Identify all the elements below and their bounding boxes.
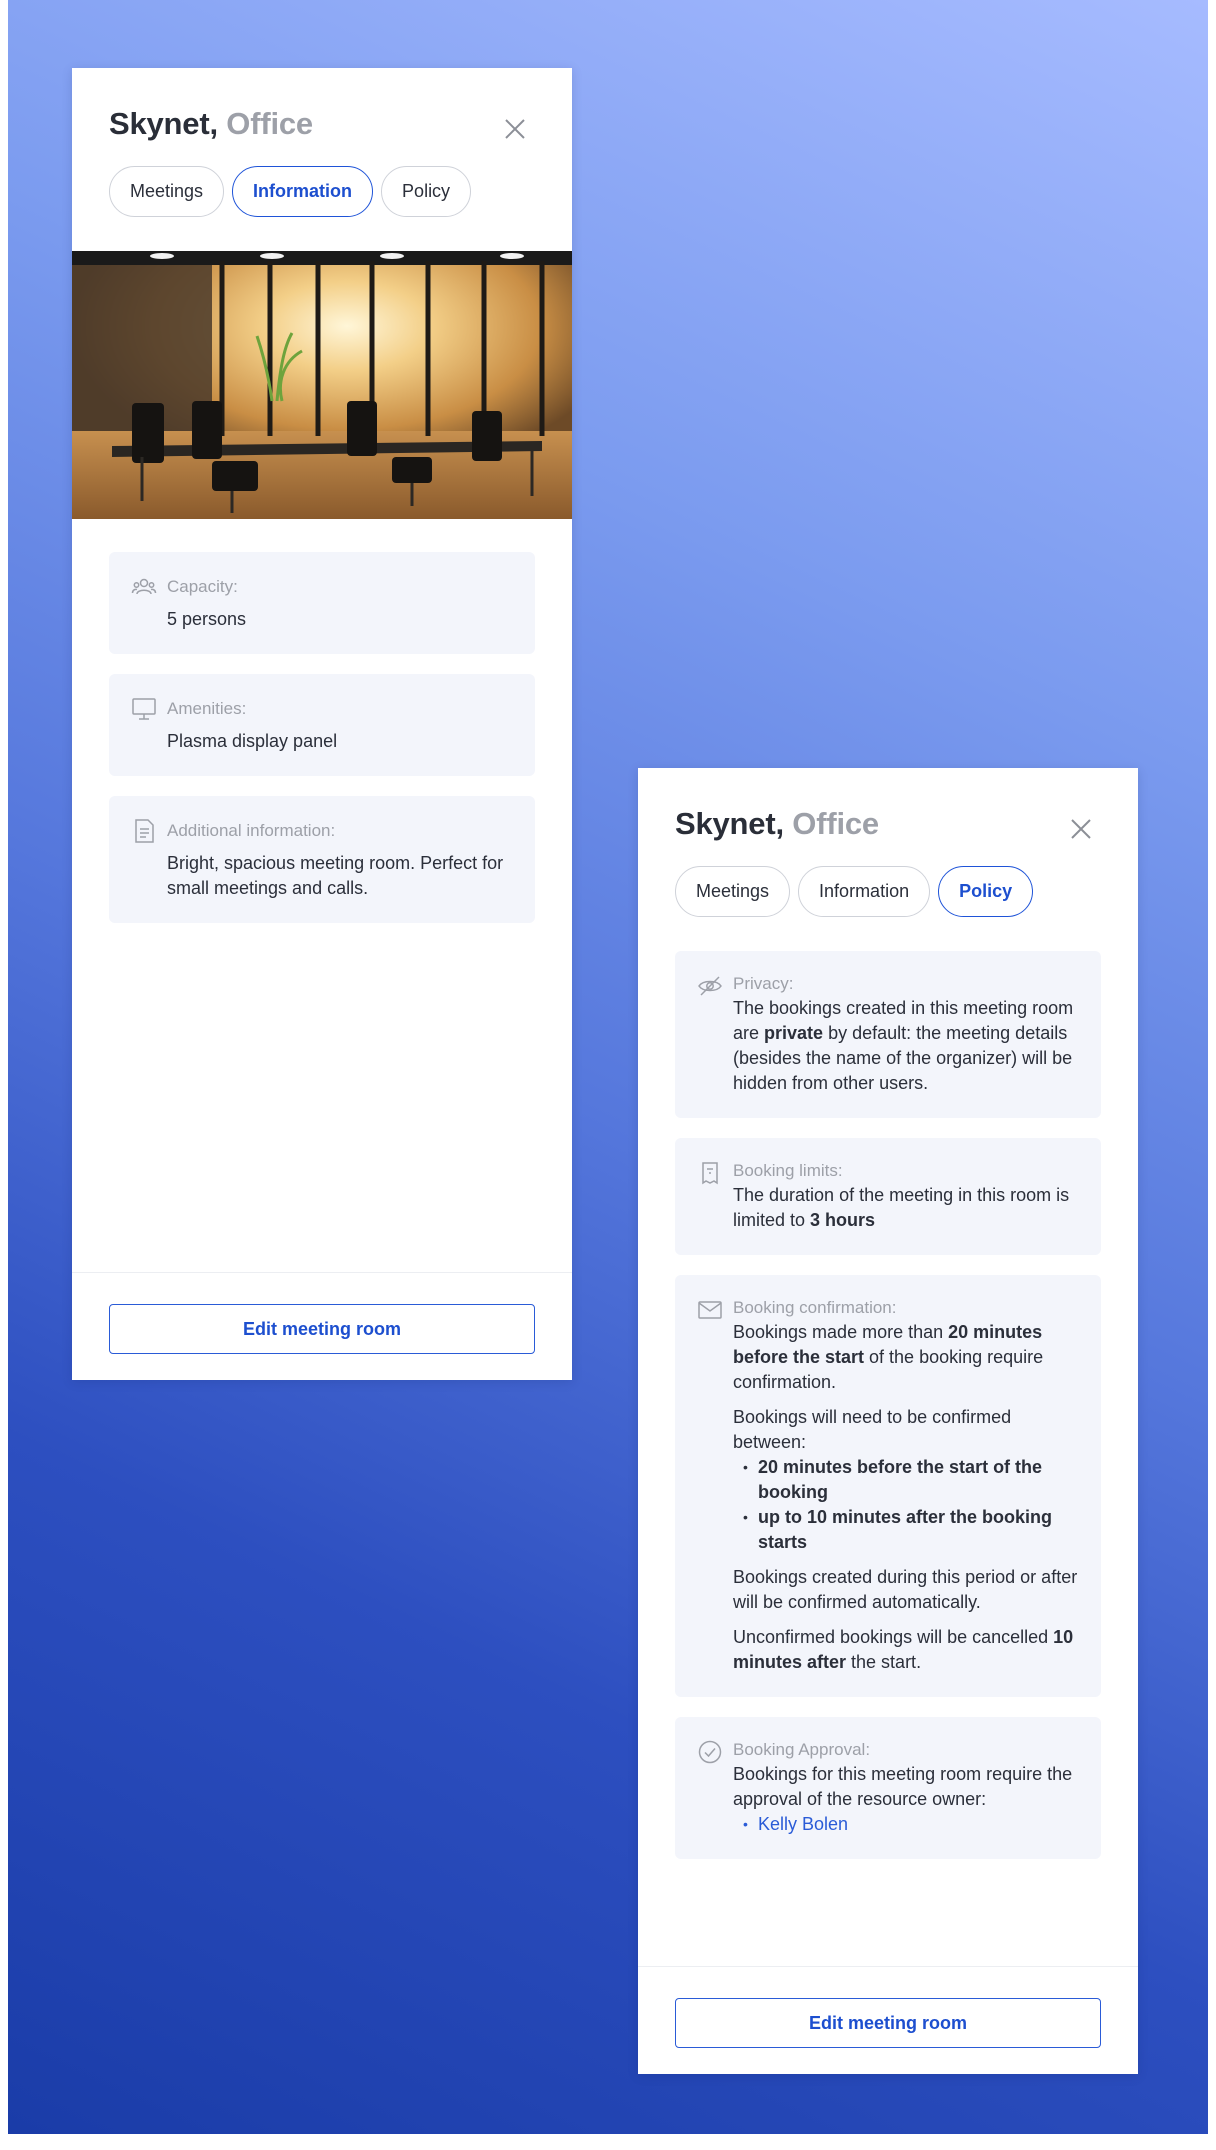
confirmation-paragraph-4: Unconfirmed bookings will be cancelled 1… xyxy=(733,1625,1081,1675)
panel-header: Skynet, Office Meetings Information Poli… xyxy=(72,68,572,251)
booking-limits-text-part: The duration of the meeting in this room… xyxy=(733,1185,1070,1230)
confirmation-text-part: the start. xyxy=(846,1652,922,1672)
confirmation-text-part: Bookings made more than xyxy=(733,1322,949,1342)
additional-info-value: Bright, spacious meeting room. Perfect f… xyxy=(167,853,504,898)
privacy-text-emphasis: private xyxy=(764,1023,824,1043)
tab-meetings[interactable]: Meetings xyxy=(109,166,225,217)
confirmation-window-list: 20 minutes before the start of the booki… xyxy=(733,1455,1081,1555)
amenities-label: Amenities: xyxy=(167,699,247,718)
booking-confirmation-label: Booking confirmation: xyxy=(733,1298,897,1317)
privacy-label: Privacy: xyxy=(733,974,794,993)
document-icon xyxy=(135,819,154,843)
meeting-room-photo xyxy=(72,251,572,519)
additional-info-card: Additional information: Bright, spacious… xyxy=(109,796,535,923)
tab-bar: Meetings Information Policy xyxy=(675,866,1101,917)
close-icon[interactable] xyxy=(1068,816,1094,842)
booking-approval-label: Booking Approval: xyxy=(733,1740,871,1759)
policy-cards: Privacy: The bookings created in this me… xyxy=(638,951,1138,1859)
envelope-icon xyxy=(698,1301,722,1319)
amenities-card: Amenities: Plasma display panel xyxy=(109,674,535,776)
confirmation-paragraph-1: Bookings made more than 20 minutes befor… xyxy=(733,1320,1081,1395)
tab-information[interactable]: Information xyxy=(232,166,374,217)
additional-info-label: Additional information: xyxy=(167,821,336,840)
room-type: Office xyxy=(226,106,313,141)
list-item: up to 10 minutes after the booking start… xyxy=(733,1505,1081,1555)
tab-bar: Meetings Information Policy xyxy=(109,166,535,217)
info-cards: Capacity: 5 persons Amenities: Plasma di… xyxy=(72,519,572,923)
booking-limits-text: The duration of the meeting in this room… xyxy=(733,1183,1081,1233)
booking-limits-label: Booking limits: xyxy=(733,1161,843,1180)
edit-meeting-room-button[interactable]: Edit meeting room xyxy=(675,1998,1101,2048)
room-title: Skynet, Office xyxy=(675,806,1101,842)
booking-approval-text: Bookings for this meeting room require t… xyxy=(733,1764,1073,1809)
edit-meeting-room-button[interactable]: Edit meeting room xyxy=(109,1304,535,1354)
panel-footer: Edit meeting room xyxy=(638,1966,1138,2074)
capacity-value: 5 persons xyxy=(167,609,247,629)
panel-footer: Edit meeting room xyxy=(72,1272,572,1380)
booking-limits-emphasis: 3 hours xyxy=(810,1210,876,1230)
confirmation-text-part: Unconfirmed bookings will be cancelled xyxy=(733,1627,1054,1647)
people-icon xyxy=(131,578,157,595)
room-name: Skynet, xyxy=(675,806,784,841)
capacity-card: Capacity: 5 persons xyxy=(109,552,535,654)
eye-slash-icon xyxy=(698,976,722,996)
check-circle-icon xyxy=(698,1740,722,1764)
list-item: 20 minutes before the start of the booki… xyxy=(733,1455,1081,1505)
booking-limits-card: Booking limits: The duration of the meet… xyxy=(675,1138,1101,1255)
receipt-icon xyxy=(702,1162,718,1185)
confirmation-paragraph-2: Bookings will need to be confirmed betwe… xyxy=(733,1407,1012,1452)
room-title: Skynet, Office xyxy=(109,106,535,142)
privacy-text: The bookings created in this meeting roo… xyxy=(733,996,1081,1096)
room-policy-panel: Skynet, Office Meetings Information Poli… xyxy=(638,768,1138,2074)
tab-information[interactable]: Information xyxy=(798,866,931,917)
capacity-label: Capacity: xyxy=(167,577,238,596)
tab-meetings[interactable]: Meetings xyxy=(675,866,791,917)
tab-policy[interactable]: Policy xyxy=(381,166,472,217)
approver-list: Kelly Bolen xyxy=(733,1812,1081,1837)
confirmation-paragraph-3: Bookings created during this period or a… xyxy=(733,1567,1078,1612)
close-icon[interactable] xyxy=(502,116,528,142)
panel-header: Skynet, Office Meetings Information Poli… xyxy=(638,768,1138,951)
privacy-card: Privacy: The bookings created in this me… xyxy=(675,951,1101,1118)
tab-policy[interactable]: Policy xyxy=(938,866,1034,917)
booking-confirmation-card: Booking confirmation: Bookings made more… xyxy=(675,1275,1101,1697)
monitor-icon xyxy=(132,698,156,720)
amenities-value: Plasma display panel xyxy=(167,731,338,751)
booking-approval-card: Booking Approval: Bookings for this meet… xyxy=(675,1717,1101,1859)
approver-link[interactable]: Kelly Bolen xyxy=(733,1812,1081,1837)
room-type: Office xyxy=(792,806,879,841)
room-info-panel: Skynet, Office Meetings Information Poli… xyxy=(72,68,572,1380)
room-name: Skynet, xyxy=(109,106,218,141)
